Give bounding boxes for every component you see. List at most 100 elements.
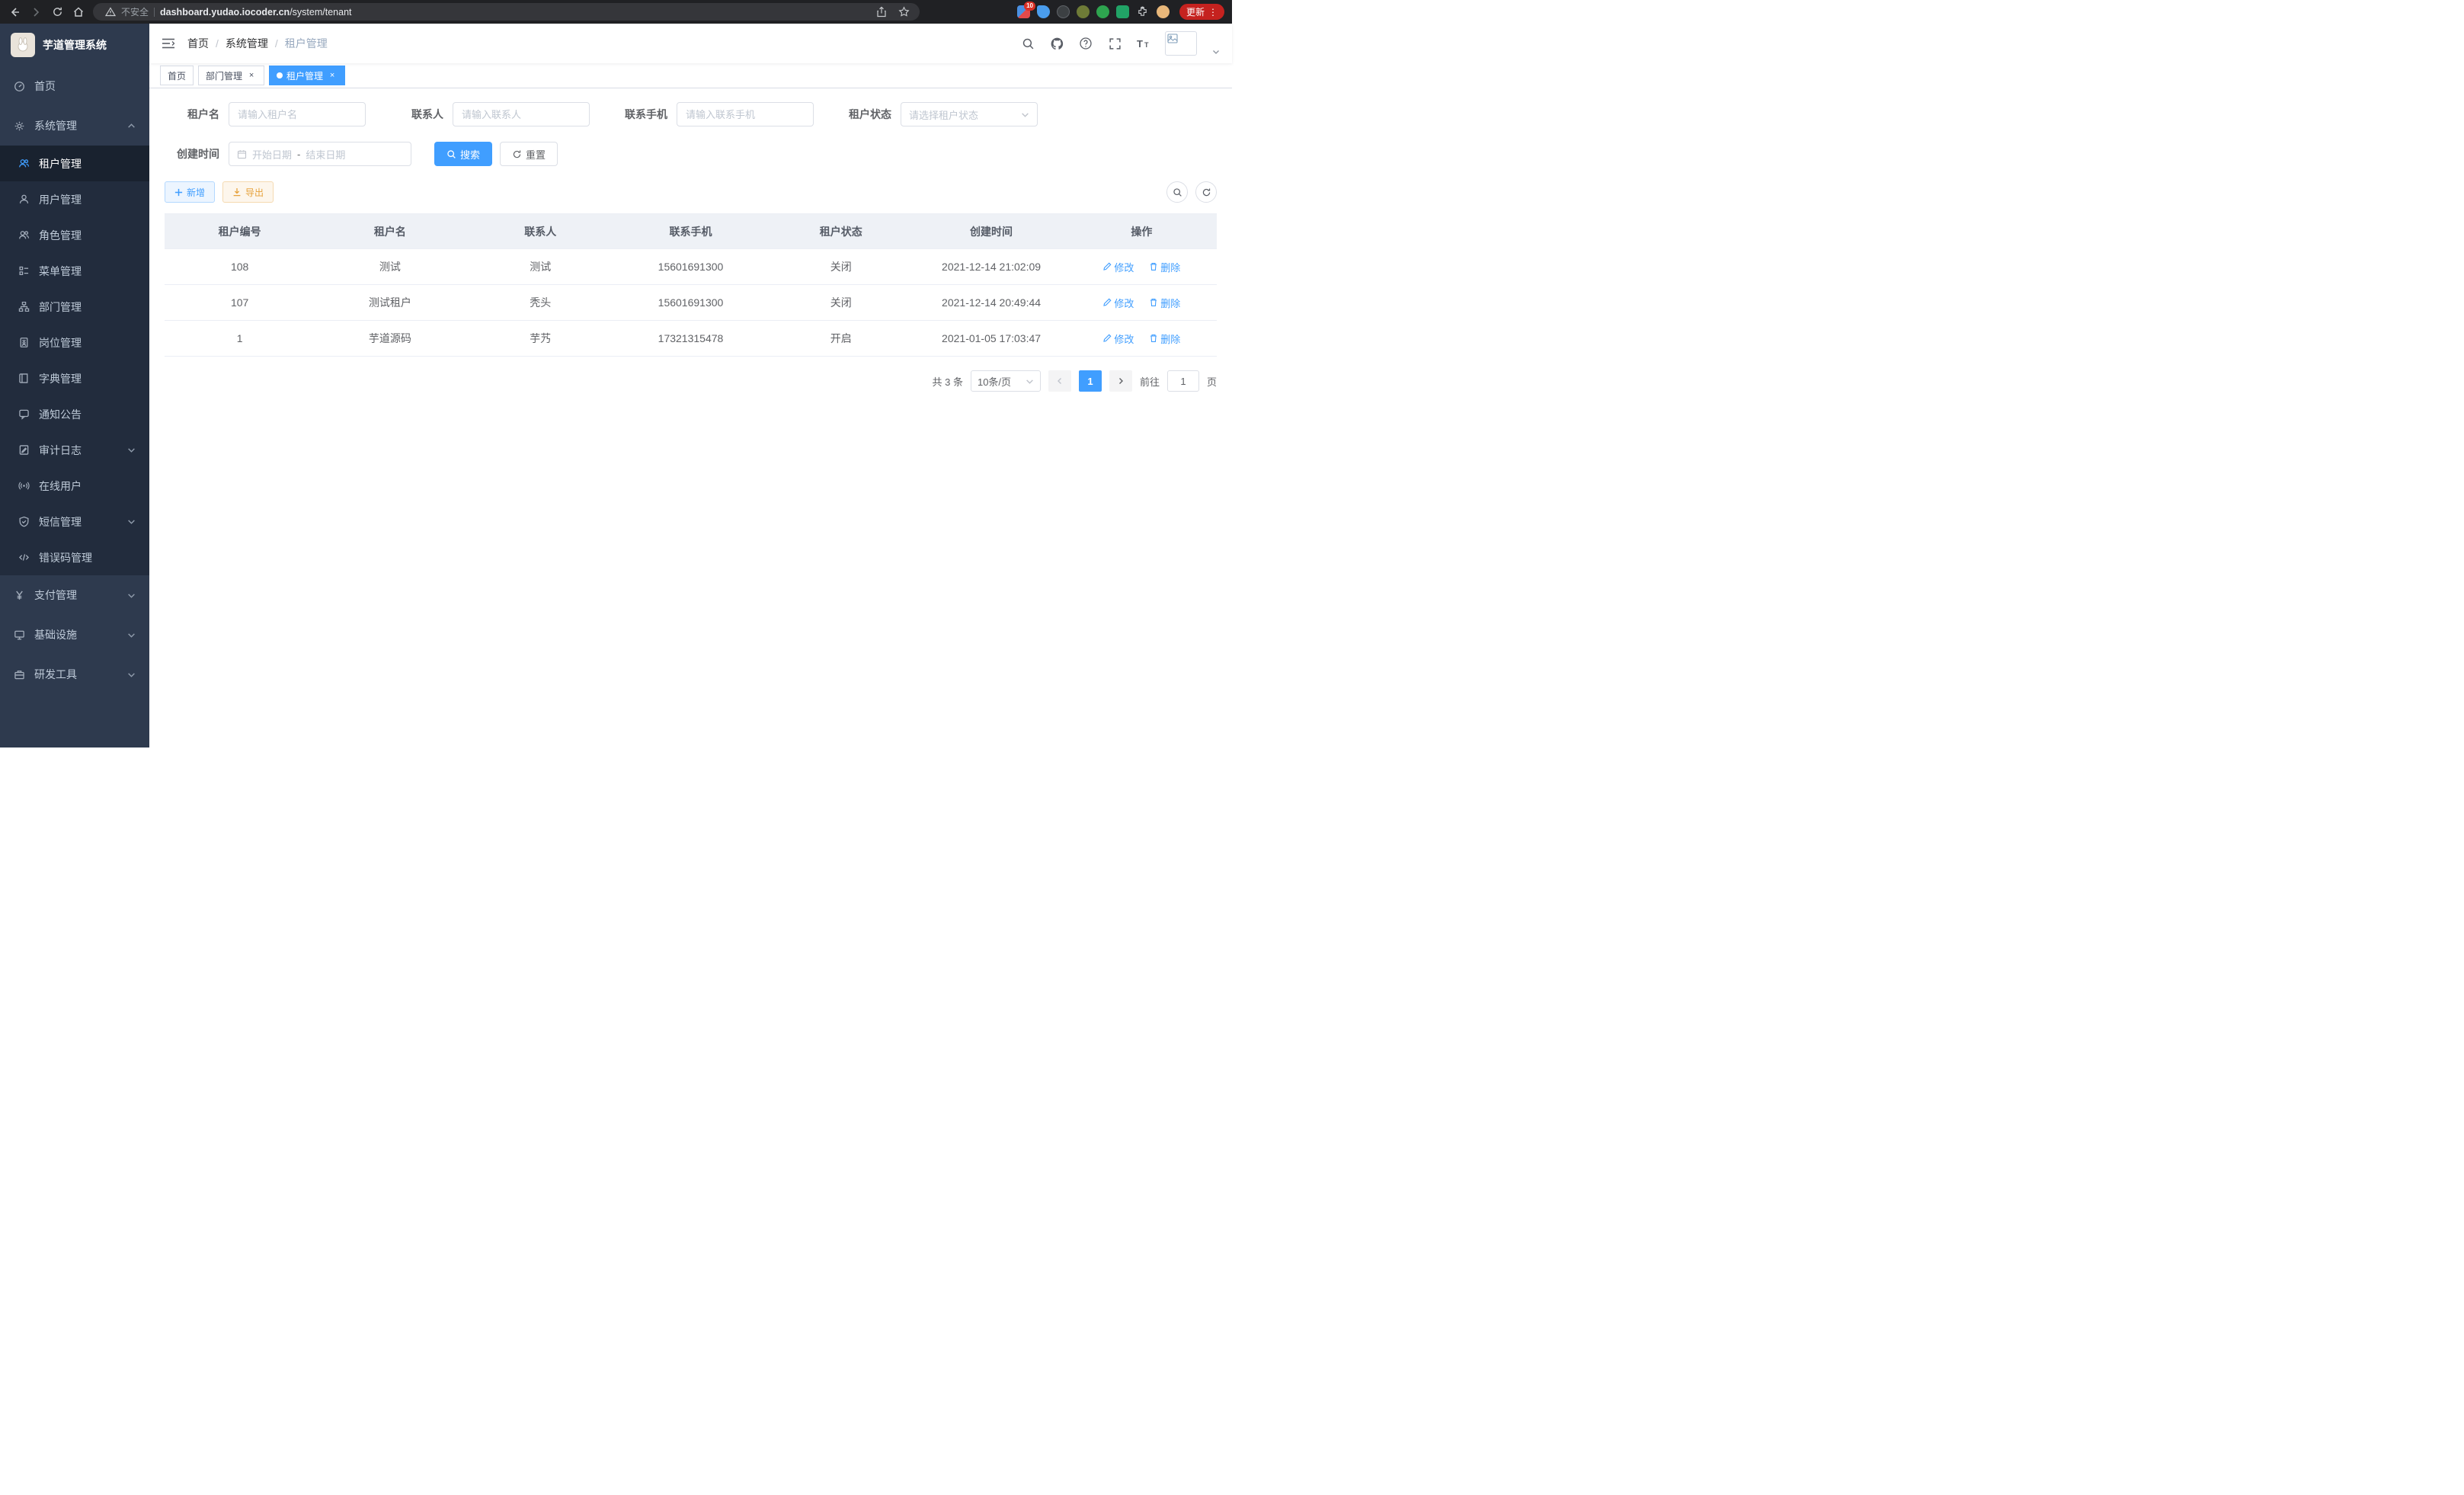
- cell-status: 关闭: [766, 285, 916, 321]
- cell-created: 2021-12-14 20:49:44: [916, 285, 1066, 321]
- sidebar-item-dept[interactable]: 部门管理: [0, 289, 149, 325]
- back-icon[interactable]: [8, 5, 21, 19]
- font-size-icon[interactable]: TT: [1136, 36, 1151, 51]
- download-icon: [232, 187, 242, 197]
- edit-icon: [1102, 334, 1112, 343]
- sidebar-item-online-users[interactable]: 在线用户: [0, 468, 149, 504]
- menu-list-icon: [18, 265, 30, 277]
- phone-input[interactable]: [677, 102, 814, 126]
- page-size-select[interactable]: 10条/页: [971, 370, 1041, 392]
- extension-icon-6[interactable]: [1116, 5, 1129, 18]
- security-label[interactable]: 不安全: [121, 5, 149, 18]
- tab-dept[interactable]: 部门管理 ×: [198, 66, 264, 85]
- home-icon[interactable]: [72, 5, 85, 19]
- help-icon[interactable]: [1078, 36, 1093, 51]
- browser-menu-icon[interactable]: ⋮: [1208, 7, 1218, 18]
- monitor-icon: [14, 629, 25, 641]
- add-button-label: 新增: [187, 186, 205, 199]
- extensions-puzzle-icon[interactable]: [1136, 5, 1150, 19]
- current-page[interactable]: 1: [1079, 370, 1102, 392]
- extension-icon-3[interactable]: [1057, 5, 1070, 18]
- tab-home[interactable]: 首页: [160, 66, 194, 85]
- sidebar-item-dict[interactable]: 字典管理: [0, 360, 149, 396]
- col-tenant-id: 租户编号: [165, 214, 315, 249]
- status-select[interactable]: 请选择租户状态: [901, 102, 1038, 126]
- trash-icon: [1149, 262, 1158, 271]
- cell-contact: 测试: [466, 249, 616, 285]
- search-icon[interactable]: [1020, 36, 1035, 51]
- sidebar-item-notice[interactable]: 通知公告: [0, 396, 149, 432]
- sidebar-item-role[interactable]: 角色管理: [0, 217, 149, 253]
- sidebar-item-home[interactable]: 首页: [0, 66, 149, 106]
- reload-icon[interactable]: [50, 5, 64, 19]
- sidebar-item-tenant[interactable]: 租户管理: [0, 146, 149, 181]
- sidebar-item-user[interactable]: 用户管理: [0, 181, 149, 217]
- close-icon[interactable]: ×: [246, 70, 257, 81]
- chevron-down-icon: [127, 517, 136, 526]
- goto-page-input[interactable]: [1167, 370, 1199, 392]
- edit-label: 修改: [1114, 331, 1134, 346]
- github-icon[interactable]: [1049, 36, 1064, 51]
- date-separator: -: [297, 149, 300, 160]
- goto-label: 前往: [1140, 374, 1160, 389]
- sidebar-item-menu[interactable]: 菜单管理: [0, 253, 149, 289]
- reset-button[interactable]: 重置: [500, 142, 558, 166]
- edit-link[interactable]: 修改: [1102, 260, 1134, 274]
- date-range-picker[interactable]: 开始日期 - 结束日期: [229, 142, 411, 166]
- toggle-search-icon[interactable]: [1166, 181, 1188, 203]
- filter-row-2: 创建时间 开始日期 - 结束日期 搜索 重置: [165, 142, 1217, 166]
- sidebar-item-label: 系统管理: [34, 118, 77, 133]
- close-icon[interactable]: ×: [327, 70, 338, 81]
- sidebar-item-post[interactable]: 岗位管理: [0, 325, 149, 360]
- add-button[interactable]: 新增: [165, 181, 215, 203]
- col-status: 租户状态: [766, 214, 916, 249]
- sidebar-item-system[interactable]: 系统管理: [0, 106, 149, 146]
- sidebar-item-label: 租户管理: [39, 156, 82, 171]
- contact-input[interactable]: [453, 102, 590, 126]
- extension-icon-2[interactable]: [1037, 5, 1050, 18]
- breadcrumb-home[interactable]: 首页: [187, 36, 209, 51]
- fullscreen-icon[interactable]: [1107, 36, 1122, 51]
- sidebar-item-sms[interactable]: 短信管理: [0, 504, 149, 539]
- cell-phone: 15601691300: [616, 285, 766, 321]
- tab-tenant[interactable]: 租户管理 ×: [269, 66, 345, 85]
- avatar-caret-icon[interactable]: [1212, 48, 1220, 56]
- share-icon[interactable]: [875, 5, 888, 19]
- delete-link[interactable]: 删除: [1149, 296, 1180, 310]
- sidebar-item-error-code[interactable]: 错误码管理: [0, 539, 149, 575]
- app-logo-row[interactable]: 芋道管理系统: [0, 24, 149, 66]
- user-avatar[interactable]: [1165, 31, 1197, 56]
- chevron-up-icon: [127, 122, 136, 130]
- delete-link[interactable]: 删除: [1149, 331, 1180, 346]
- extension-icon-1[interactable]: 10: [1017, 5, 1030, 18]
- extension-icon-4[interactable]: [1077, 5, 1090, 18]
- export-button[interactable]: 导出: [222, 181, 274, 203]
- update-button[interactable]: 更新 ⋮: [1179, 4, 1224, 20]
- sidebar-item-dev-tools[interactable]: 研发工具: [0, 655, 149, 694]
- prev-page-button[interactable]: [1048, 370, 1071, 392]
- sidebar-collapse-icon[interactable]: [162, 37, 175, 50]
- edit-link[interactable]: 修改: [1102, 331, 1134, 346]
- forward-icon[interactable]: [29, 5, 43, 19]
- cell-name: 测试: [315, 249, 465, 285]
- search-button[interactable]: 搜索: [434, 142, 492, 166]
- tenant-name-input[interactable]: [229, 102, 366, 126]
- extension-icon-5[interactable]: [1096, 5, 1109, 18]
- refresh-table-icon[interactable]: [1195, 181, 1217, 203]
- sidebar-item-pay[interactable]: 支付管理: [0, 575, 149, 615]
- address-bar[interactable]: 不安全 dashboard.yudao.iocoder.cn/system/te…: [93, 3, 920, 21]
- sidebar-item-audit-log[interactable]: 审计日志: [0, 432, 149, 468]
- breadcrumb-system[interactable]: 系统管理: [226, 36, 268, 51]
- shield-icon: [18, 516, 30, 527]
- url-text[interactable]: dashboard.yudao.iocoder.cn/system/tenant: [160, 7, 866, 18]
- profile-avatar[interactable]: [1157, 5, 1170, 18]
- delete-link[interactable]: 删除: [1149, 260, 1180, 274]
- table-row: 108 测试 测试 15601691300 关闭 2021-12-14 21:0…: [165, 249, 1217, 285]
- table-row: 1 芋道源码 芋艿 17321315478 开启 2021-01-05 17:0…: [165, 321, 1217, 357]
- edit-link[interactable]: 修改: [1102, 296, 1134, 310]
- sidebar-item-infra[interactable]: 基础设施: [0, 615, 149, 655]
- next-page-button[interactable]: [1109, 370, 1132, 392]
- chevron-right-icon: [1117, 377, 1125, 385]
- extension-area: 10 更新 ⋮: [1017, 4, 1224, 20]
- bookmark-star-icon[interactable]: [897, 5, 910, 19]
